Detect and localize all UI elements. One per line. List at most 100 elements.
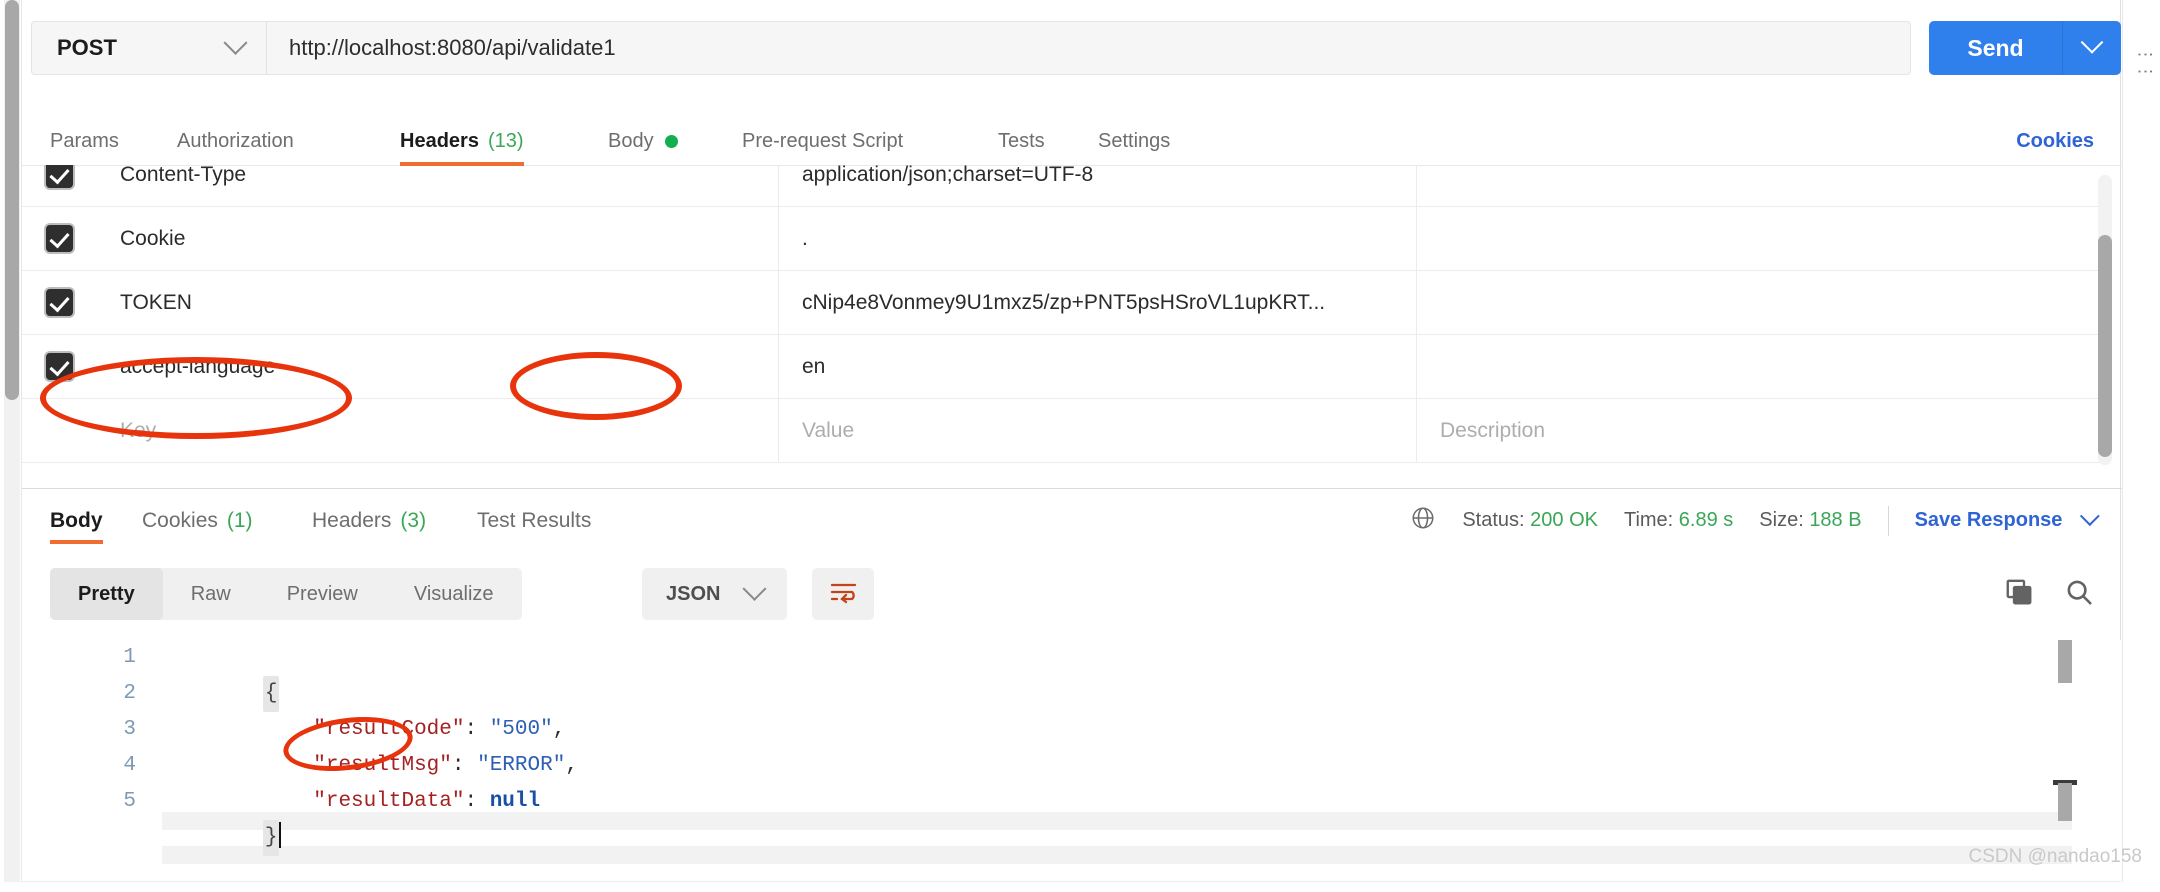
code-scrollbar-thumb-bottom[interactable] xyxy=(2058,783,2072,821)
http-method-label: POST xyxy=(57,35,117,60)
tab-label: Test Results xyxy=(477,508,592,532)
response-tab-body[interactable]: Body xyxy=(50,489,103,552)
code-line: { xyxy=(162,640,2122,712)
status-value: 200 OK xyxy=(1530,509,1598,531)
save-response-button[interactable]: Save Response xyxy=(1915,506,2100,532)
send-button-label: Send xyxy=(1929,21,2063,75)
view-mode-group: Pretty Raw Preview Visualize xyxy=(50,568,522,620)
tab-label: Params xyxy=(50,130,119,152)
tab-label: Cookies xyxy=(142,508,218,532)
response-tab-test-results[interactable]: Test Results xyxy=(477,489,591,552)
view-mode-raw[interactable]: Raw xyxy=(163,568,259,620)
tab-authorization[interactable]: Authorization xyxy=(177,118,294,165)
code-scrollbar-thumb-top[interactable] xyxy=(2058,640,2072,683)
tab-params[interactable]: Params xyxy=(50,118,119,165)
response-bar: Body Cookies (1) Headers (3) Test Result… xyxy=(22,488,2122,552)
url-input[interactable]: http://localhost:8080/api/validate1 xyxy=(266,21,1911,75)
search-button[interactable] xyxy=(2064,577,2094,612)
view-mode-pretty[interactable]: Pretty xyxy=(50,568,163,620)
json-string-error: "ERROR" xyxy=(477,754,566,777)
table-row[interactable]: accept-language en xyxy=(22,334,2106,399)
watermark: CSDN @nandao158 xyxy=(1968,846,2142,867)
row-checkbox[interactable] xyxy=(22,225,97,252)
wrap-text-button[interactable] xyxy=(812,568,874,620)
header-description[interactable] xyxy=(1417,271,2106,335)
table-row-empty[interactable]: Key Value Description xyxy=(22,398,2106,463)
tab-tests[interactable]: Tests xyxy=(998,118,1045,165)
right-sidebar-rail xyxy=(2122,0,2160,882)
table-row[interactable]: Content-Type application/json;charset=UT… xyxy=(22,165,2106,207)
response-format-dropdown[interactable]: JSON xyxy=(642,568,788,620)
send-button[interactable]: Send xyxy=(1929,21,2121,75)
json-key: "resultMsg" xyxy=(313,754,452,777)
code-brace-close[interactable]: } xyxy=(262,820,280,856)
page-scrollbar[interactable] xyxy=(4,0,20,882)
response-tab-headers[interactable]: Headers (3) xyxy=(312,489,426,552)
header-value[interactable]: application/json;charset=UTF-8 xyxy=(779,165,1417,207)
headers-table-scrollbar[interactable] xyxy=(2098,175,2112,465)
view-mode-preview[interactable]: Preview xyxy=(259,568,386,620)
code-line: "resultCode": "500", xyxy=(313,718,566,741)
chevron-down-icon xyxy=(2079,506,2100,527)
tab-headers[interactable]: Headers (13) xyxy=(400,118,524,166)
tab-label: Settings xyxy=(1098,130,1171,152)
response-body-code[interactable]: 1 2 3 4 5 { "resultCode": "500", "result… xyxy=(22,640,2122,882)
line-number: 5 xyxy=(123,790,136,813)
tab-label: Headers xyxy=(400,130,479,152)
copy-button[interactable] xyxy=(2004,577,2034,612)
status-label: Status: xyxy=(1462,509,1525,531)
size-value: 188 B xyxy=(1809,509,1862,531)
checkbox-checked-icon xyxy=(46,225,73,252)
header-key-placeholder[interactable]: Key xyxy=(97,398,779,463)
header-value[interactable]: . xyxy=(779,206,1417,271)
line-number: 4 xyxy=(123,754,136,777)
url-bar: POST http://localhost:8080/api/validate1 xyxy=(31,21,1911,75)
globe-icon xyxy=(1410,505,1436,537)
headers-table-scrollbar-thumb[interactable] xyxy=(2098,235,2112,457)
row-checkbox[interactable] xyxy=(22,289,97,316)
json-string: "500" xyxy=(489,718,553,741)
header-value[interactable]: en xyxy=(779,334,1417,399)
response-tab-cookies[interactable]: Cookies (1) xyxy=(142,489,253,552)
header-description-placeholder[interactable]: Description xyxy=(1417,399,2106,463)
view-mode-visualize[interactable]: Visualize xyxy=(386,568,522,620)
line-number: 2 xyxy=(123,682,136,705)
row-checkbox[interactable] xyxy=(22,353,97,380)
header-description[interactable] xyxy=(1417,207,2106,271)
chevron-down-icon xyxy=(742,576,767,601)
size-label: Size: xyxy=(1759,509,1804,531)
tab-pre-request-script[interactable]: Pre-request Script xyxy=(742,118,903,165)
json-key: "resultCode" xyxy=(313,718,465,741)
table-row[interactable]: TOKEN cNip4e8Vonmey9U1mxz5/zp+PNT5psHSro… xyxy=(22,270,2106,335)
header-key[interactable]: accept-language xyxy=(97,334,779,399)
send-options-button[interactable] xyxy=(2063,21,2121,75)
header-key[interactable]: Content-Type xyxy=(97,165,779,207)
time-value: 6.89 s xyxy=(1678,509,1734,531)
wrap-text-icon xyxy=(828,579,858,610)
more-options-icon[interactable]: ⋮⋮ xyxy=(2136,46,2155,80)
header-key[interactable]: Cookie xyxy=(97,206,779,271)
table-row[interactable]: Cookie . xyxy=(22,206,2106,271)
line-number: 1 xyxy=(123,646,136,669)
chevron-down-icon xyxy=(223,30,248,55)
headers-table: Content-Type application/json;charset=UT… xyxy=(22,165,2122,486)
code-lines: { "resultCode": "500", "resultMsg": "ERR… xyxy=(162,640,2122,882)
line-number-gutter: 1 2 3 4 5 xyxy=(22,640,154,882)
code-brace-open[interactable]: { xyxy=(262,676,280,712)
time-text: Time: 6.89 s xyxy=(1624,509,1733,532)
cookies-link[interactable]: Cookies xyxy=(2016,118,2094,165)
copy-icon xyxy=(2004,579,2034,611)
http-method-dropdown[interactable]: POST xyxy=(31,21,266,75)
header-description[interactable] xyxy=(1417,335,2106,399)
row-checkbox[interactable] xyxy=(22,165,97,188)
page-scrollbar-thumb[interactable] xyxy=(5,0,19,400)
header-value-placeholder[interactable]: Value xyxy=(779,398,1417,463)
header-value[interactable]: cNip4e8Vonmey9U1mxz5/zp+PNT5psHSroVL1upK… xyxy=(779,270,1417,335)
header-description[interactable] xyxy=(1417,165,2106,207)
tab-label: Authorization xyxy=(177,130,294,152)
tab-body[interactable]: Body xyxy=(608,118,678,165)
text-caret xyxy=(279,822,282,848)
tab-settings[interactable]: Settings xyxy=(1098,118,1170,165)
response-meta: Status: 200 OK Time: 6.89 s Size: 188 B … xyxy=(1410,489,2100,552)
header-key[interactable]: TOKEN xyxy=(97,270,779,335)
